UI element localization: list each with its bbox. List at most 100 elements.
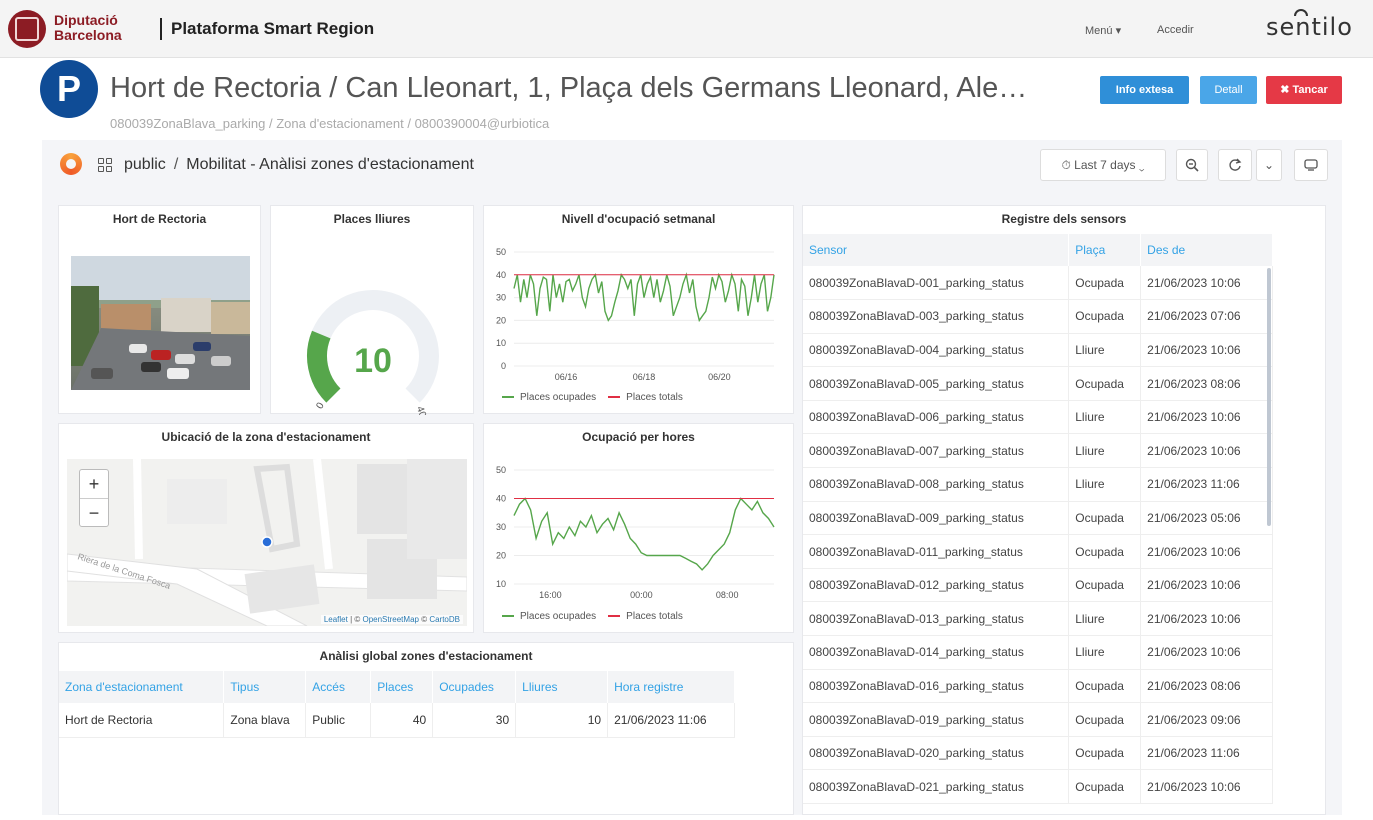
table-row: 080039ZonaBlavaD-019_parking_status Ocupa… bbox=[803, 702, 1273, 737]
table-cell: 21/06/2023 10:06 bbox=[1140, 400, 1273, 435]
grafana-logo-icon[interactable] bbox=[60, 153, 82, 175]
legend-occupied[interactable]: Places ocupades bbox=[502, 392, 596, 403]
chart-legend: Places ocupades Places totals bbox=[502, 392, 683, 403]
breadcrumb-folder[interactable]: public bbox=[124, 156, 166, 173]
attribution-separator: © bbox=[418, 615, 430, 624]
logo-line-2: Barcelona bbox=[54, 27, 122, 43]
weekly-occupancy-chart: 0 10 20 30 40 50 06/16 06/18 06/20 bbox=[496, 247, 775, 382]
table-row: 080039ZonaBlavaD-014_parking_status Lliur… bbox=[803, 635, 1273, 670]
table-cell: 21/06/2023 10:06 bbox=[1140, 534, 1273, 569]
sentilo-logo[interactable]: sentilo bbox=[1266, 9, 1353, 41]
table-cell: 21/06/2023 10:06 bbox=[1140, 601, 1273, 637]
hourly-occupancy-panel: Ocupació per hores 10 20 30 40 50 16:00 00:00 0… bbox=[483, 423, 794, 633]
time-range-picker[interactable]: ⏱ Last 7 days ⌄ bbox=[1040, 149, 1166, 181]
diputacio-logo-text[interactable]: Diputació Barcelona bbox=[54, 13, 122, 43]
table-cell: Lliure bbox=[1068, 433, 1142, 469]
breadcrumb: public / Mobilitat - Anàlisi zones d'estac… bbox=[124, 156, 474, 174]
breadcrumb-dashboard[interactable]: Mobilitat - Anàlisi zones d'estacionamen… bbox=[186, 156, 474, 173]
y-tick-label: 10 bbox=[496, 579, 506, 589]
column-header[interactable]: Sensor bbox=[803, 234, 1070, 266]
table-cell: 21/06/2023 08:06 bbox=[1140, 669, 1273, 704]
photo-panel: Hort de Rectoria bbox=[58, 205, 261, 414]
tv-mode-icon[interactable] bbox=[1294, 149, 1328, 181]
column-header[interactable]: Hora registre bbox=[607, 671, 735, 703]
parking-photo bbox=[71, 256, 250, 390]
refresh-icon[interactable] bbox=[1218, 149, 1252, 181]
column-header[interactable]: Places bbox=[370, 671, 434, 703]
leaflet-link[interactable]: Leaflet bbox=[324, 615, 348, 624]
weekly-occupancy-panel: Nivell d'ocupació setmanal 0 10 20 30 40 50 06… bbox=[483, 205, 794, 414]
column-header[interactable]: Lliures bbox=[515, 671, 609, 703]
free-spaces-gauge: 10 0 40 bbox=[307, 290, 439, 415]
zoom-in-button[interactable]: + bbox=[80, 470, 108, 498]
y-tick-label: 10 bbox=[496, 338, 506, 348]
detail-button[interactable]: Detall bbox=[1200, 76, 1257, 104]
y-tick-label: 0 bbox=[501, 361, 506, 371]
table-row: 080039ZonaBlavaD-006_parking_status Lliur… bbox=[803, 400, 1273, 435]
table-row: 080039ZonaBlavaD-020_parking_status Ocupa… bbox=[803, 736, 1273, 771]
table-cell: Ocupada bbox=[1068, 702, 1142, 737]
osm-link[interactable]: OpenStreetMap bbox=[362, 615, 418, 624]
table-cell: 080039ZonaBlavaD-012_parking_status bbox=[803, 568, 1070, 603]
table-cell: 080039ZonaBlavaD-014_parking_status bbox=[803, 635, 1070, 670]
table-row: 080039ZonaBlavaD-009_parking_status Ocupa… bbox=[803, 501, 1273, 536]
y-tick-label: 40 bbox=[496, 494, 506, 504]
gauge-panel: Places lliures 10 0 40 bbox=[270, 205, 474, 415]
info-extesa-button[interactable]: Info extesa bbox=[1100, 76, 1189, 104]
menu-dropdown[interactable]: Menú ▾ bbox=[1085, 24, 1121, 37]
table-cell: 21/06/2023 08:06 bbox=[1140, 366, 1273, 401]
chevron-down-icon[interactable]: ⌄ bbox=[1256, 149, 1282, 181]
login-link[interactable]: Accedir bbox=[1157, 24, 1194, 36]
table-cell: 080039ZonaBlavaD-006_parking_status bbox=[803, 400, 1070, 435]
table-cell: 080039ZonaBlavaD-020_parking_status bbox=[803, 736, 1070, 771]
table-cell: 21/06/2023 11:06 bbox=[1140, 736, 1273, 771]
table-cell: 080039ZonaBlavaD-009_parking_status bbox=[803, 501, 1070, 536]
attribution-separator: | © bbox=[347, 615, 363, 624]
parking-badge-icon: P bbox=[40, 60, 98, 118]
cartodb-link[interactable]: CartoDB bbox=[429, 615, 460, 624]
table-cell: 21/06/2023 11:06 bbox=[1140, 467, 1273, 502]
x-tick-label: 16:00 bbox=[539, 590, 562, 600]
table-row: 080039ZonaBlavaD-013_parking_status Lliur… bbox=[803, 601, 1273, 637]
legend-total[interactable]: Places totals bbox=[608, 392, 683, 403]
table-cell: 10 bbox=[515, 703, 609, 738]
table-cell: Ocupada bbox=[1068, 266, 1142, 301]
column-header[interactable]: Ocupades bbox=[432, 671, 517, 703]
column-header[interactable]: Des de bbox=[1140, 234, 1273, 266]
panel-title: Ubicació de la zona d'estacionament bbox=[161, 430, 371, 444]
legend-occupied[interactable]: Places ocupades bbox=[502, 611, 596, 622]
panel-title: Registre dels sensors bbox=[1001, 212, 1127, 226]
table-cell: Ocupada bbox=[1068, 568, 1142, 603]
table-row: 080039ZonaBlavaD-012_parking_status Ocupa… bbox=[803, 568, 1273, 603]
location-marker-icon[interactable] bbox=[261, 536, 273, 548]
table-cell: Lliure bbox=[1068, 635, 1142, 670]
table-cell: Lliure bbox=[1068, 400, 1142, 435]
sensor-log-panel: Registre dels sensors Sensor Plaça Des de … bbox=[802, 205, 1326, 815]
y-tick-label: 20 bbox=[496, 551, 506, 561]
y-tick-label: 30 bbox=[496, 293, 506, 303]
column-header[interactable]: Zona d'estacionament bbox=[59, 671, 225, 703]
table-cell: Ocupada bbox=[1068, 534, 1142, 569]
zoom-out-button[interactable]: − bbox=[80, 498, 108, 526]
series-line-occupied[interactable] bbox=[513, 497, 775, 571]
page-subtitle: 080039ZonaBlava_parking / Zona d'estacio… bbox=[110, 116, 550, 131]
table-cell: 21/06/2023 10:06 bbox=[1140, 266, 1273, 301]
column-header[interactable]: Plaça bbox=[1068, 234, 1142, 266]
location-map[interactable]: Riera de la Coma Fosca + − Leaflet | © O… bbox=[67, 459, 467, 626]
table-scrollbar[interactable] bbox=[1267, 268, 1271, 526]
panel-title: Nivell d'ocupació setmanal bbox=[561, 212, 716, 226]
zoom-out-icon[interactable] bbox=[1176, 149, 1208, 181]
close-button[interactable]: ✖ Tancar bbox=[1266, 76, 1342, 104]
column-header[interactable]: Tipus bbox=[223, 671, 307, 703]
column-header[interactable]: Accés bbox=[305, 671, 372, 703]
y-tick-label: 50 bbox=[496, 247, 506, 257]
hourly-occupancy-chart: 10 20 30 40 50 16:00 00:00 08:00 bbox=[496, 465, 775, 600]
table-cell: 21/06/2023 10:06 bbox=[1140, 635, 1273, 670]
platform-title: Plataforma Smart Region bbox=[160, 18, 374, 40]
table-cell: 080039ZonaBlavaD-005_parking_status bbox=[803, 366, 1070, 401]
legend-total[interactable]: Places totals bbox=[608, 611, 683, 622]
diputacio-logo-icon[interactable] bbox=[8, 10, 46, 48]
table-cell: 21/06/2023 10:06 bbox=[1140, 433, 1273, 469]
panel-title: Hort de Rectoria bbox=[112, 212, 207, 226]
table-cell: Public bbox=[305, 703, 372, 738]
